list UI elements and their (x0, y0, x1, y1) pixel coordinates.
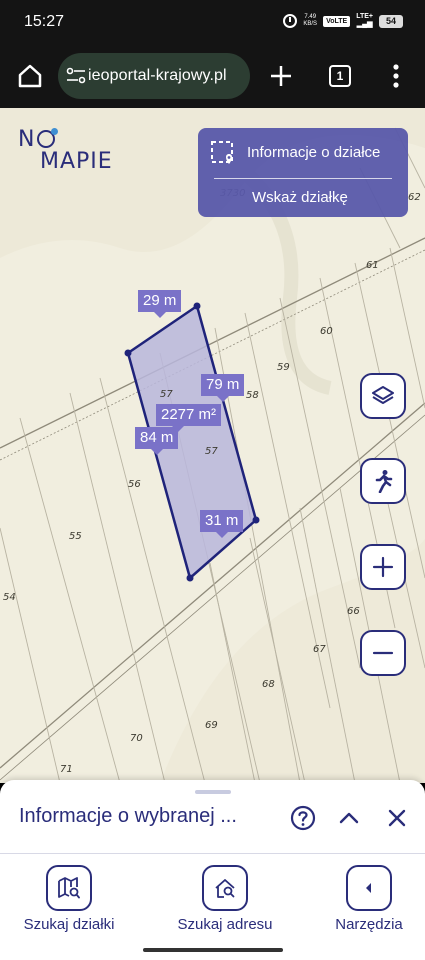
zoom-in-icon (372, 556, 394, 578)
logo-line-2: MAPIE (40, 149, 113, 174)
close-icon[interactable] (386, 807, 408, 829)
url-text[interactable]: ieoportal-krajowy.pl (88, 67, 246, 85)
net-speed: 7.49 KB/S (303, 14, 317, 28)
tune-icon[interactable] (66, 67, 86, 85)
parcel-number: 59 (277, 362, 290, 373)
sheet-drag-handle[interactable] (195, 790, 231, 794)
parcel-number: 68 (262, 679, 275, 690)
nav-search-address-label: Szukaj adresu (177, 916, 273, 933)
layers-button[interactable] (360, 373, 406, 419)
parcel-number: 60 (320, 326, 333, 337)
browser-toolbar: ieoportal-krajowy.pl 1 (0, 46, 425, 108)
chevron-up-icon[interactable] (338, 807, 360, 829)
nav-tools[interactable]: Narzędzia (330, 865, 408, 933)
tools-icon[interactable] (346, 865, 392, 911)
area-measurement: 2277 m² (156, 404, 222, 432)
home-search-icon[interactable] (202, 865, 248, 911)
nav-search-parcel-label: Szukaj działki (23, 916, 115, 933)
battery-icon: 54 (379, 14, 403, 28)
parcel-number: 54 (3, 592, 16, 603)
home-icon[interactable] (16, 62, 44, 90)
parcel-info-panel: Informacje o działce Wskaż działkę (198, 128, 408, 217)
zoom-out-icon (372, 651, 394, 655)
status-bar: 15:27 7.49 KB/S VoLTE LTE+ ▂▄▆ 54 (0, 0, 425, 46)
zoom-in-button[interactable] (360, 544, 406, 590)
menu-icon[interactable] (393, 64, 399, 88)
lte-label: LTE+ (356, 13, 373, 20)
nav-tools-label: Narzędzia (335, 916, 403, 933)
parcel-number: 57 (160, 389, 173, 400)
bottom-sheet: Informacje o wybranej ... Szukaj działki (0, 780, 425, 960)
bottom-edge-measurement: 31 m (200, 510, 244, 538)
parcel-number: 55 (69, 531, 82, 542)
street-view-icon (375, 470, 393, 493)
parcel-number: 71 (60, 764, 73, 775)
net-speed-unit: KB/S (303, 21, 318, 27)
gesture-bar (143, 948, 283, 952)
logo-line-1: N (18, 128, 113, 151)
sheet-title[interactable]: Informacje o wybranej ... (19, 805, 237, 828)
help-icon[interactable] (290, 805, 316, 831)
top-edge-measurement: 29 m (138, 290, 182, 318)
address-bar[interactable]: ieoportal-krajowy.pl (58, 53, 250, 99)
right-edge-measurement: 79 m (201, 374, 245, 402)
parcel-info-button[interactable]: Informacje o działce (247, 144, 380, 161)
status-icons: 7.49 KB/S VoLTE LTE+ ▂▄▆ 54 (283, 13, 403, 29)
parcel-number: 66 (347, 606, 360, 617)
volte-badge: VoLTE (323, 15, 351, 27)
signal-icon: LTE+ ▂▄▆ (356, 13, 373, 28)
layers-icon (372, 386, 394, 404)
parcel-number: 67 (313, 644, 326, 655)
parcel-number: 56 (128, 479, 141, 490)
parcel-number: 58 (246, 390, 259, 401)
panel-divider (214, 178, 392, 179)
parcel-number: 62 (408, 192, 421, 203)
nav-search-parcel[interactable]: Szukaj działki (18, 865, 120, 933)
logo-pin-mark (37, 128, 59, 148)
parcel-number: 70 (130, 733, 143, 744)
tabs-button[interactable]: 1 (329, 65, 351, 87)
net-speed-value: 7.49 (304, 14, 317, 20)
parcel-number: 61 (366, 260, 379, 271)
left-edge-measurement: 84 m (135, 427, 179, 455)
parcel-number: 69 (205, 720, 218, 731)
select-area-icon[interactable] (210, 140, 236, 166)
map-search-icon[interactable] (46, 865, 92, 911)
sheet-divider (0, 853, 425, 854)
nav-search-address[interactable]: Szukaj adresu (173, 865, 277, 933)
alarm-icon (283, 14, 298, 28)
street-view-button[interactable] (360, 458, 406, 504)
plus-icon[interactable] (268, 63, 294, 89)
zoom-out-button[interactable] (360, 630, 406, 676)
nomapie-logo: N MAPIE (18, 128, 113, 173)
map-view[interactable]: 3730 62 61 60 59 58 57 57 56 55 54 66 67… (0, 108, 425, 783)
show-parcel-button[interactable]: Wskaż działkę (252, 189, 348, 206)
status-time: 15:27 (24, 13, 65, 30)
parcel-number: 57 (205, 446, 218, 457)
